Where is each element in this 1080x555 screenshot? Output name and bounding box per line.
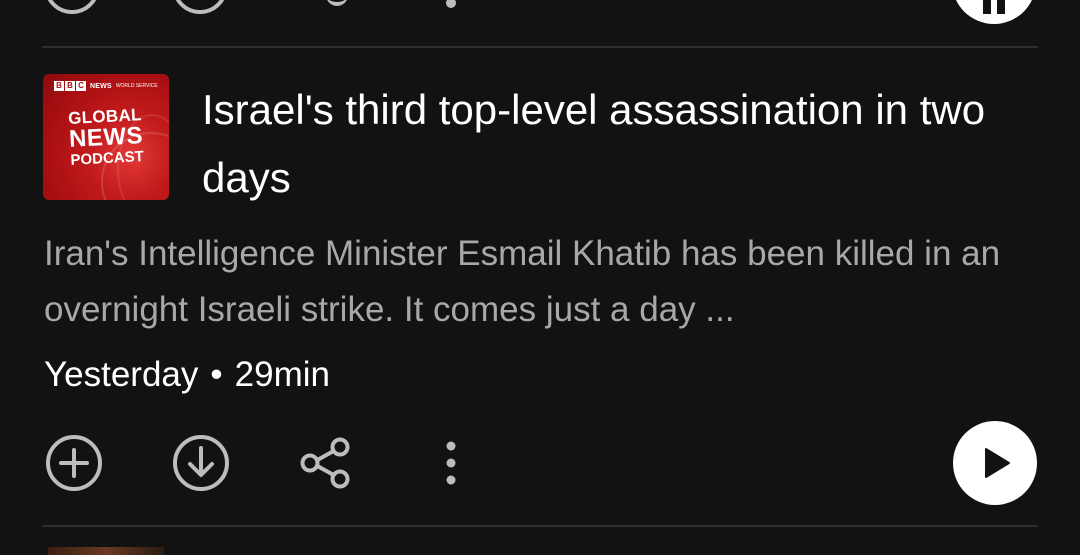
- more-options-button[interactable]: [421, 433, 481, 493]
- episode-meta: Yesterday • 29min: [44, 350, 330, 400]
- more-vertical-icon[interactable]: [446, 0, 456, 8]
- pause-button[interactable]: [952, 0, 1036, 24]
- previous-episode-actions: [0, 0, 1080, 46]
- share-icon[interactable]: [326, 0, 348, 6]
- share-icon: [300, 437, 350, 489]
- episode-description[interactable]: Iran's Intelligence Minister Esmail Khat…: [44, 226, 1040, 338]
- download-button[interactable]: [171, 433, 231, 493]
- episode-date: Yesterday: [44, 355, 199, 394]
- episode-duration: 29min: [234, 355, 330, 394]
- plus-circle-icon: [46, 435, 102, 491]
- download-circle-icon: [173, 435, 229, 491]
- divider: [42, 525, 1038, 527]
- share-button[interactable]: [296, 433, 356, 493]
- meta-separator: •: [210, 355, 223, 394]
- play-button[interactable]: [953, 421, 1037, 505]
- bbc-logo: B B C NEWS WORLD SERVICE: [54, 81, 158, 91]
- add-to-queue-button[interactable]: [44, 433, 104, 493]
- divider: [42, 46, 1038, 48]
- next-episode-artwork[interactable]: [48, 547, 164, 555]
- add-circle-icon[interactable]: [44, 0, 100, 14]
- download-circle-icon[interactable]: [172, 0, 228, 14]
- play-icon: [985, 448, 1010, 478]
- artwork-title: GLOBAL NEWS PODCAST: [67, 105, 145, 169]
- episode-title[interactable]: Israel's third top-level assassination i…: [202, 76, 1032, 212]
- more-vertical-icon: [446, 441, 456, 485]
- podcast-artwork[interactable]: B B C NEWS WORLD SERVICE GLOBAL NEWS POD…: [43, 74, 169, 200]
